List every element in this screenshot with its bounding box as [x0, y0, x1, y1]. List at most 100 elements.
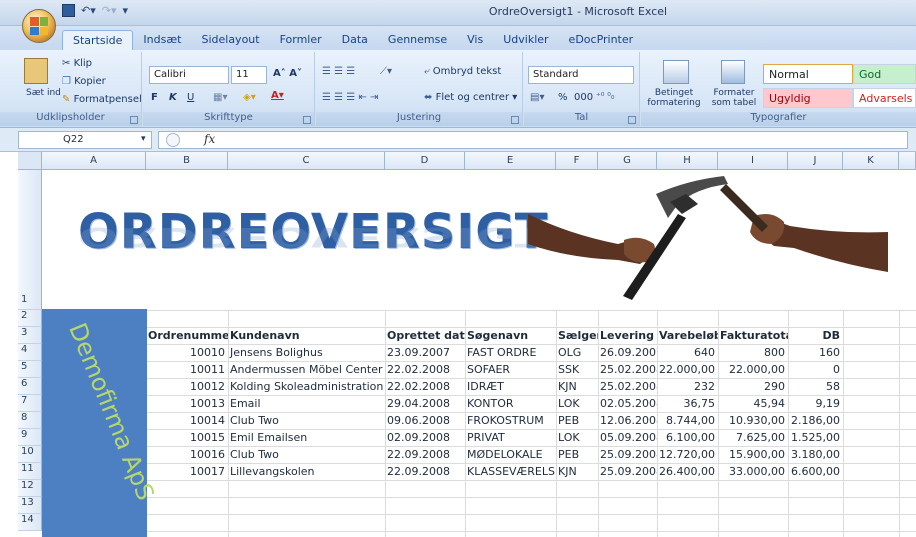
table-cell-soegenavn[interactable]: PRIVAT	[465, 430, 556, 446]
table-cell-ordrenummer[interactable]: 10014	[146, 413, 228, 429]
row-header-2[interactable]: 2	[18, 310, 42, 327]
font-launcher-icon[interactable]	[303, 116, 311, 124]
row-header-1[interactable]: 1	[18, 170, 42, 310]
orientation-icon[interactable]: ⟋▾	[380, 66, 392, 77]
table-cell-fakturatotal[interactable]: 15.900,00	[718, 447, 788, 463]
table-cell-db[interactable]: 1.525,00	[788, 430, 843, 446]
row-header-13[interactable]: 13	[18, 497, 42, 514]
col-header-e[interactable]: E	[465, 152, 556, 170]
table-cell-soegenavn[interactable]: MØDELOKALE	[465, 447, 556, 463]
clipboard-launcher-icon[interactable]	[130, 116, 138, 124]
table-cell-levering[interactable]: 05.09.2008	[598, 430, 657, 446]
number-launcher-icon[interactable]	[628, 116, 636, 124]
table-cell-db[interactable]: 3.180,00	[788, 447, 843, 463]
col-header-b[interactable]: B	[146, 152, 228, 170]
table-cell-levering[interactable]: 26.09.2007	[598, 345, 657, 361]
col-header-f[interactable]: F	[556, 152, 598, 170]
bold-button[interactable]: F	[151, 92, 158, 103]
row-header-4[interactable]: 4	[18, 344, 42, 361]
alignment-launcher-icon[interactable]	[511, 116, 519, 124]
italic-button[interactable]: K	[169, 92, 177, 103]
tab-edocprinter[interactable]: eDocPrinter	[559, 30, 644, 50]
underline-button[interactable]: U	[187, 92, 194, 103]
table-cell-soegenavn[interactable]: SOFAER	[465, 362, 556, 378]
col-header-a[interactable]: A	[42, 152, 146, 170]
row-header-11[interactable]: 11	[18, 463, 42, 480]
table-cell-kundenavn[interactable]: Club Two	[228, 447, 385, 463]
table-header-ordrenummer[interactable]: Ordrenummer	[146, 328, 228, 344]
thousands-button[interactable]: 000	[574, 92, 593, 103]
table-cell-oprettet-dato[interactable]: 23.09.2007	[385, 345, 465, 361]
table-cell-soegenavn[interactable]: KONTOR	[465, 396, 556, 412]
border-icon[interactable]: ▦▾	[213, 92, 227, 103]
table-cell-levering[interactable]: 25.09.2008	[598, 464, 657, 480]
table-header-db[interactable]: DB	[788, 328, 843, 344]
table-cell-vareboeb[interactable]: 6.100,00	[657, 430, 718, 446]
tab-indsaet[interactable]: Indsæt	[133, 30, 191, 50]
table-cell-db[interactable]: 160	[788, 345, 843, 361]
table-cell-oprettet-dato[interactable]: 09.06.2008	[385, 413, 465, 429]
row-header-3[interactable]: 3	[18, 327, 42, 344]
style-normal[interactable]: Normal	[763, 64, 853, 84]
tab-startside[interactable]: Startside	[62, 30, 134, 50]
col-header-g[interactable]: G	[598, 152, 657, 170]
table-cell-levering[interactable]: 02.05.2008	[598, 396, 657, 412]
tab-gennemse[interactable]: Gennemse	[378, 30, 457, 50]
table-header-levering[interactable]: Levering	[598, 328, 657, 344]
tab-data[interactable]: Data	[332, 30, 378, 50]
style-bad[interactable]: Ugyldig	[763, 88, 853, 108]
table-cell-soegenavn[interactable]: KLASSEVÆRELSE	[465, 464, 556, 480]
table-cell-kundenavn[interactable]: Kolding Skoleadministration	[228, 379, 385, 395]
table-cell-kundenavn[interactable]: Club Two	[228, 413, 385, 429]
select-all-corner[interactable]	[18, 152, 42, 170]
table-cell-vareboeb[interactable]: 12.720,00	[657, 447, 718, 463]
table-cell-fakturatotal[interactable]: 22.000,00	[718, 362, 788, 378]
table-cell-soegenavn[interactable]: FAST ORDRE	[465, 345, 556, 361]
tab-udvikler[interactable]: Udvikler	[493, 30, 558, 50]
table-cell-levering[interactable]: 25.02.2008	[598, 362, 657, 378]
font-name-select[interactable]: Calibri	[149, 66, 229, 84]
name-box-dropdown-icon[interactable]: ▾	[141, 134, 146, 144]
col-header-c[interactable]: C	[228, 152, 385, 170]
table-cell-vareboeb[interactable]: 22.000,00	[657, 362, 718, 378]
col-header-i[interactable]: I	[718, 152, 788, 170]
style-warning[interactable]: Advarsels	[853, 88, 916, 108]
table-cell-ordrenummer[interactable]: 10012	[146, 379, 228, 395]
worksheet-grid[interactable]: A B C D E F G H I J K 1 2 3 4 5 6 7 8 9 …	[0, 152, 916, 537]
table-cell-soegenavn[interactable]: FROKOSTRUM	[465, 413, 556, 429]
row-header-12[interactable]: 12	[18, 480, 42, 497]
paste-icon[interactable]	[24, 58, 48, 84]
table-cell-levering[interactable]: 25.02.2008	[598, 379, 657, 395]
table-cell-oprettet-dato[interactable]: 22.02.2008	[385, 362, 465, 378]
fill-color-icon[interactable]: ◈▾	[243, 92, 256, 103]
table-cell-ordrenummer[interactable]: 10017	[146, 464, 228, 480]
table-cell-vareboeb[interactable]: 232	[657, 379, 718, 395]
style-good[interactable]: God	[853, 64, 916, 84]
format-painter-button[interactable]: ✎ Formatpensel	[62, 94, 142, 105]
col-header-k[interactable]: K	[843, 152, 899, 170]
row-header-10[interactable]: 10	[18, 446, 42, 463]
table-cell-saelger[interactable]: LOK	[556, 430, 598, 446]
table-cell-ordrenummer[interactable]: 10013	[146, 396, 228, 412]
table-cell-soegenavn[interactable]: IDRÆT	[465, 379, 556, 395]
table-cell-vareboeb[interactable]: 26.400,00	[657, 464, 718, 480]
tab-vis[interactable]: Vis	[457, 30, 493, 50]
table-cell-kundenavn[interactable]: Email	[228, 396, 385, 412]
table-cell-saelger[interactable]: KJN	[556, 379, 598, 395]
table-cell-fakturatotal[interactable]: 7.625,00	[718, 430, 788, 446]
table-cell-ordrenummer[interactable]: 10016	[146, 447, 228, 463]
table-cell-oprettet-dato[interactable]: 02.09.2008	[385, 430, 465, 446]
table-cell-vareboeb[interactable]: 8.744,00	[657, 413, 718, 429]
merge-center-button[interactable]: ⬌ Flet og centrer ▾	[424, 92, 517, 103]
table-cell-oprettet-dato[interactable]: 22.09.2008	[385, 464, 465, 480]
vertical-align-icons[interactable]: ☰ ☰ ☰	[322, 66, 355, 77]
table-cell-saelger[interactable]: PEB	[556, 413, 598, 429]
conditional-format-button[interactable]: Betinget formatering	[645, 88, 703, 108]
table-cell-db[interactable]: 9,19	[788, 396, 843, 412]
paste-button[interactable]: Sæt ind	[26, 88, 61, 98]
table-header-soegenavn[interactable]: Søgenavn	[465, 328, 556, 344]
table-header-vareboeb[interactable]: Varebeløb	[657, 328, 718, 344]
fx-icon[interactable]: fx	[204, 132, 215, 146]
percent-button[interactable]: %	[558, 92, 568, 103]
cut-button[interactable]: ✂ Klip	[62, 58, 92, 69]
